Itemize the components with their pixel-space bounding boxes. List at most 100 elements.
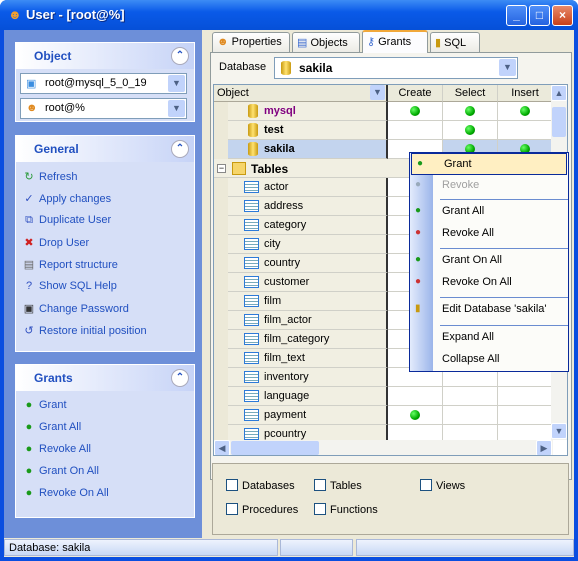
collapse-tree-icon[interactable]: − [217, 164, 226, 173]
revoke-on-all-icon: ● [25, 487, 33, 499]
table-icon [244, 333, 259, 345]
table-row[interactable]: test [214, 121, 553, 140]
objects-icon: ▤ [297, 37, 308, 49]
menu-item-label: Revoke On All [442, 276, 512, 288]
menu-item-grant-on-all[interactable]: ● Grant On All [410, 250, 568, 272]
menu-item-grant[interactable]: ● Grant [411, 153, 567, 175]
title-bar[interactable]: ☻ User - [root@%] _ □ × [0, 0, 578, 30]
menu-item-collapse-all[interactable]: Collapse All [410, 349, 568, 371]
object-cell: address [228, 197, 388, 216]
user-select[interactable]: ☻ root@% ▼ [20, 98, 187, 119]
minimize-button[interactable]: _ [506, 5, 527, 26]
functions-checkbox[interactable]: Functions [314, 503, 378, 516]
scroll-up-button[interactable]: ▲ [551, 85, 567, 101]
grant-all-icon: ● [415, 205, 422, 216]
table-icon [244, 238, 259, 250]
sql-icon: ▮ [435, 37, 442, 49]
link-grant-on-all[interactable]: ● Grant On All [22, 465, 99, 485]
chevron-down-icon[interactable]: ▼ [499, 59, 516, 76]
chevron-down-icon[interactable]: ▼ [370, 85, 385, 100]
insert-cell[interactable] [498, 121, 553, 140]
tab-objects[interactable]: ▤ Objects [292, 32, 360, 52]
collapse-icon[interactable]: ⌃ [171, 47, 189, 65]
link-apply-changes[interactable]: ✓ Apply changes [22, 192, 111, 212]
menu-item-grant-all[interactable]: ● Grant All [410, 201, 568, 223]
insert-cell[interactable] [498, 406, 553, 425]
object-name: film [264, 295, 282, 307]
server-select[interactable]: ▣ root@mysql_5_0_19 ▼ [20, 73, 187, 94]
indent [214, 349, 228, 368]
link-change-password[interactable]: ▣ Change Password [22, 302, 129, 322]
link-show-sql-help[interactable]: ? Show SQL Help [22, 280, 117, 300]
insert-cell[interactable] [498, 102, 553, 121]
database-select[interactable]: sakila ▼ [274, 57, 518, 79]
link-refresh[interactable]: ↻ Refresh [22, 170, 78, 190]
link-label: Revoke On All [39, 487, 109, 499]
close-button[interactable]: × [552, 5, 573, 26]
edit-database-icon: ▮ [415, 303, 421, 314]
tab-grants[interactable]: ⚷ Grants [362, 30, 428, 53]
tables-checkbox[interactable]: Tables [314, 479, 362, 492]
tab-sql[interactable]: ▮ SQL [430, 32, 480, 52]
object-cell: customer [228, 273, 388, 292]
link-revoke-on-all[interactable]: ● Revoke On All [22, 487, 109, 507]
scroll-left-button[interactable]: ◀ [214, 440, 230, 455]
scroll-thumb[interactable] [231, 441, 319, 455]
database-icon [248, 104, 258, 118]
create-cell[interactable] [388, 121, 443, 140]
link-grant-all[interactable]: ● Grant All [22, 421, 82, 441]
scroll-down-button[interactable]: ▼ [551, 423, 567, 439]
menu-item-edit-database-sakila[interactable]: ▮ Edit Database 'sakila' [410, 299, 568, 324]
link-drop-user[interactable]: ✖ Drop User [22, 236, 89, 256]
select-cell[interactable] [443, 406, 498, 425]
grants-panel: Grants ⌃ ● Grant ● Grant All ● Revoke All ● Gran… [15, 364, 195, 518]
window: ☻ User - [root@%] _ □ × Object ⌃ ▣ root@my… [0, 0, 578, 561]
table-row[interactable]: payment [214, 406, 553, 425]
table-row[interactable]: mysql [214, 102, 553, 121]
create-cell[interactable] [388, 387, 443, 406]
object-name: category [264, 219, 307, 231]
column-header-insert[interactable]: Insert [498, 85, 553, 102]
object-name: inventory [264, 371, 309, 383]
link-grant[interactable]: ● Grant [22, 399, 67, 419]
horizontal-scrollbar[interactable]: ◀ ▶ [214, 440, 553, 455]
database-icon [281, 61, 291, 75]
chevron-down-icon[interactable]: ▼ [168, 75, 185, 92]
link-duplicate-user[interactable]: ⧉ Duplicate User [22, 214, 111, 234]
select-cell[interactable] [443, 387, 498, 406]
menu-item-revoke-on-all[interactable]: ● Revoke On All [410, 272, 568, 294]
link-report-structure[interactable]: ▤ Report structure [22, 258, 118, 278]
select-cell[interactable] [443, 102, 498, 121]
granted-icon [465, 106, 475, 116]
select-cell[interactable] [443, 121, 498, 140]
link-label: Drop User [39, 237, 90, 249]
table-row[interactable]: language [214, 387, 553, 406]
menu-item-revoke-all[interactable]: ● Revoke All [410, 223, 568, 245]
procedures-checkbox[interactable]: Procedures [226, 503, 298, 516]
indent [214, 292, 228, 311]
collapse-icon[interactable]: ⌃ [171, 140, 189, 158]
menu-item-expand-all[interactable]: Expand All [410, 327, 568, 349]
granted-icon [520, 106, 530, 116]
scroll-thumb[interactable] [552, 107, 566, 137]
scroll-right-button[interactable]: ▶ [536, 440, 552, 455]
column-header-select[interactable]: Select [443, 85, 498, 102]
collapse-icon[interactable]: ⌃ [171, 369, 189, 387]
create-cell[interactable] [388, 102, 443, 121]
link-label: Refresh [39, 171, 78, 183]
tab-properties[interactable]: ☻ Properties [212, 32, 290, 52]
maximize-button[interactable]: □ [529, 5, 550, 26]
link-revoke-all[interactable]: ● Revoke All [22, 443, 91, 463]
insert-cell[interactable] [498, 387, 553, 406]
databases-checkbox[interactable]: Databases [226, 479, 295, 492]
column-header-create[interactable]: Create [388, 85, 443, 102]
menu-item-label: Grant All [442, 205, 485, 217]
chevron-down-icon[interactable]: ▼ [168, 100, 185, 117]
views-checkbox[interactable]: Views [420, 479, 465, 492]
link-restore-initial-position[interactable]: ↺ Restore initial position [22, 324, 146, 344]
column-header-object[interactable]: Object ▼ [214, 85, 388, 102]
menu-item-revoke[interactable]: ● Revoke [410, 175, 568, 197]
create-cell[interactable] [388, 406, 443, 425]
table-icon [244, 409, 259, 421]
object-name: actor [264, 181, 289, 193]
